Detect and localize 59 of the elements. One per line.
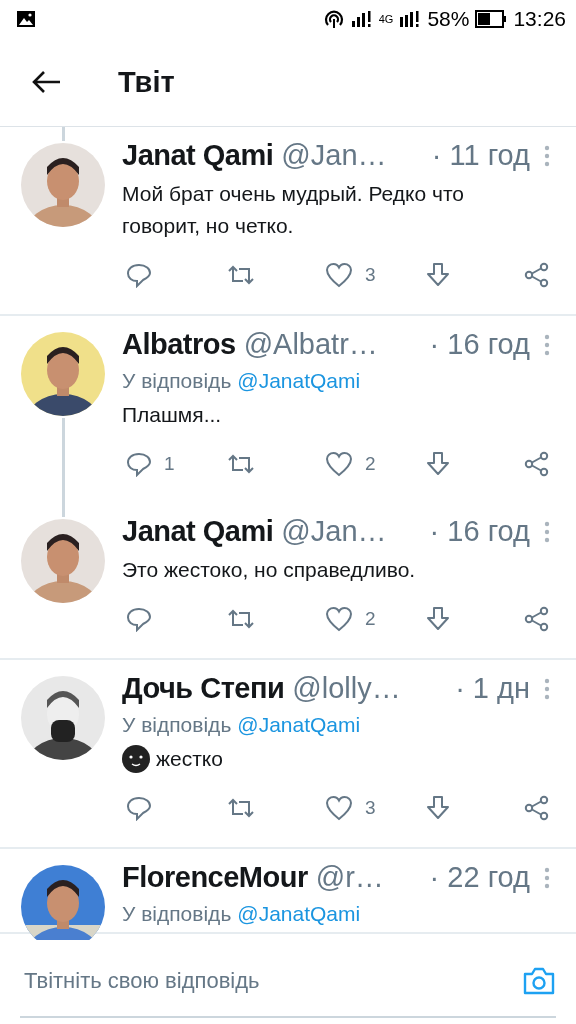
mention-link[interactable]: @JanatQami	[237, 713, 361, 737]
user-handle: @Albatr…	[243, 328, 379, 361]
like-count: 2	[365, 608, 376, 630]
mention-link[interactable]: @JanatQami	[237, 369, 361, 393]
reply-label: У відповідь	[122, 713, 232, 737]
tweet-time: · 11 год	[431, 139, 530, 172]
download-icon[interactable]	[424, 606, 451, 632]
tweet-time: · 1 дн	[455, 672, 530, 705]
signal-icon	[399, 9, 422, 29]
heart-icon[interactable]	[325, 606, 353, 632]
user-handle: @Jan…	[281, 139, 388, 172]
share-icon[interactable]	[524, 606, 550, 632]
tweet-text: Плашмя...	[122, 402, 222, 428]
user-handle: @lolly…	[292, 672, 402, 705]
reply-icon[interactable]	[126, 451, 152, 477]
tweet-text: жестко	[156, 746, 223, 772]
signal-icon	[350, 9, 373, 29]
heart-icon[interactable]	[325, 451, 353, 477]
reply-icon[interactable]	[126, 795, 152, 821]
tweet-time: · 22 год	[429, 861, 530, 894]
share-icon[interactable]	[524, 795, 550, 821]
reply-icon[interactable]	[126, 606, 152, 632]
clock: 13:26	[513, 7, 566, 31]
mention-link[interactable]: @JanatQami	[237, 902, 361, 926]
share-icon[interactable]	[524, 262, 550, 288]
face-emoji-icon	[122, 745, 150, 773]
tweet-time: · 16 год	[429, 515, 530, 548]
battery-icon	[475, 10, 508, 28]
download-icon[interactable]	[424, 262, 451, 288]
back-arrow-icon[interactable]	[32, 70, 62, 94]
reply-field[interactable]: Твітніть свою відповідь	[20, 968, 522, 994]
network-type: 4G	[378, 13, 394, 25]
reply-label: У відповідь	[122, 369, 232, 393]
reply-count: 1	[164, 453, 175, 475]
user-handle: @r…	[315, 861, 385, 894]
tweet-time: · 16 год	[429, 328, 530, 361]
heart-icon[interactable]	[325, 795, 353, 821]
user-name: Janat Qami	[122, 515, 274, 548]
like-count: 3	[365, 264, 376, 286]
page-title: Твіт	[118, 65, 175, 99]
share-icon[interactable]	[524, 451, 550, 477]
user-name: FlorenceMour	[122, 861, 308, 894]
download-icon[interactable]	[424, 451, 451, 477]
image-icon	[16, 9, 36, 29]
like-count: 3	[365, 797, 376, 819]
hotspot-icon	[322, 8, 345, 30]
user-name: Janat Qami	[122, 139, 274, 172]
camera-icon[interactable]	[522, 966, 556, 996]
user-name: Albatros	[122, 328, 236, 361]
user-handle: @Jan…	[281, 515, 388, 548]
battery-percent: 58%	[427, 7, 470, 31]
reply-label: У відповідь	[122, 902, 232, 926]
download-icon[interactable]	[424, 795, 451, 821]
heart-icon[interactable]	[325, 262, 353, 288]
user-name: Дочь Степи	[122, 672, 285, 705]
like-count: 2	[365, 453, 376, 475]
reply-icon[interactable]	[126, 262, 152, 288]
tweet-text: Это жестоко, но справедливо.	[122, 557, 416, 583]
tweet-text: Мой брат очень мудрый. Редко что говорит, но четко.	[122, 181, 465, 239]
